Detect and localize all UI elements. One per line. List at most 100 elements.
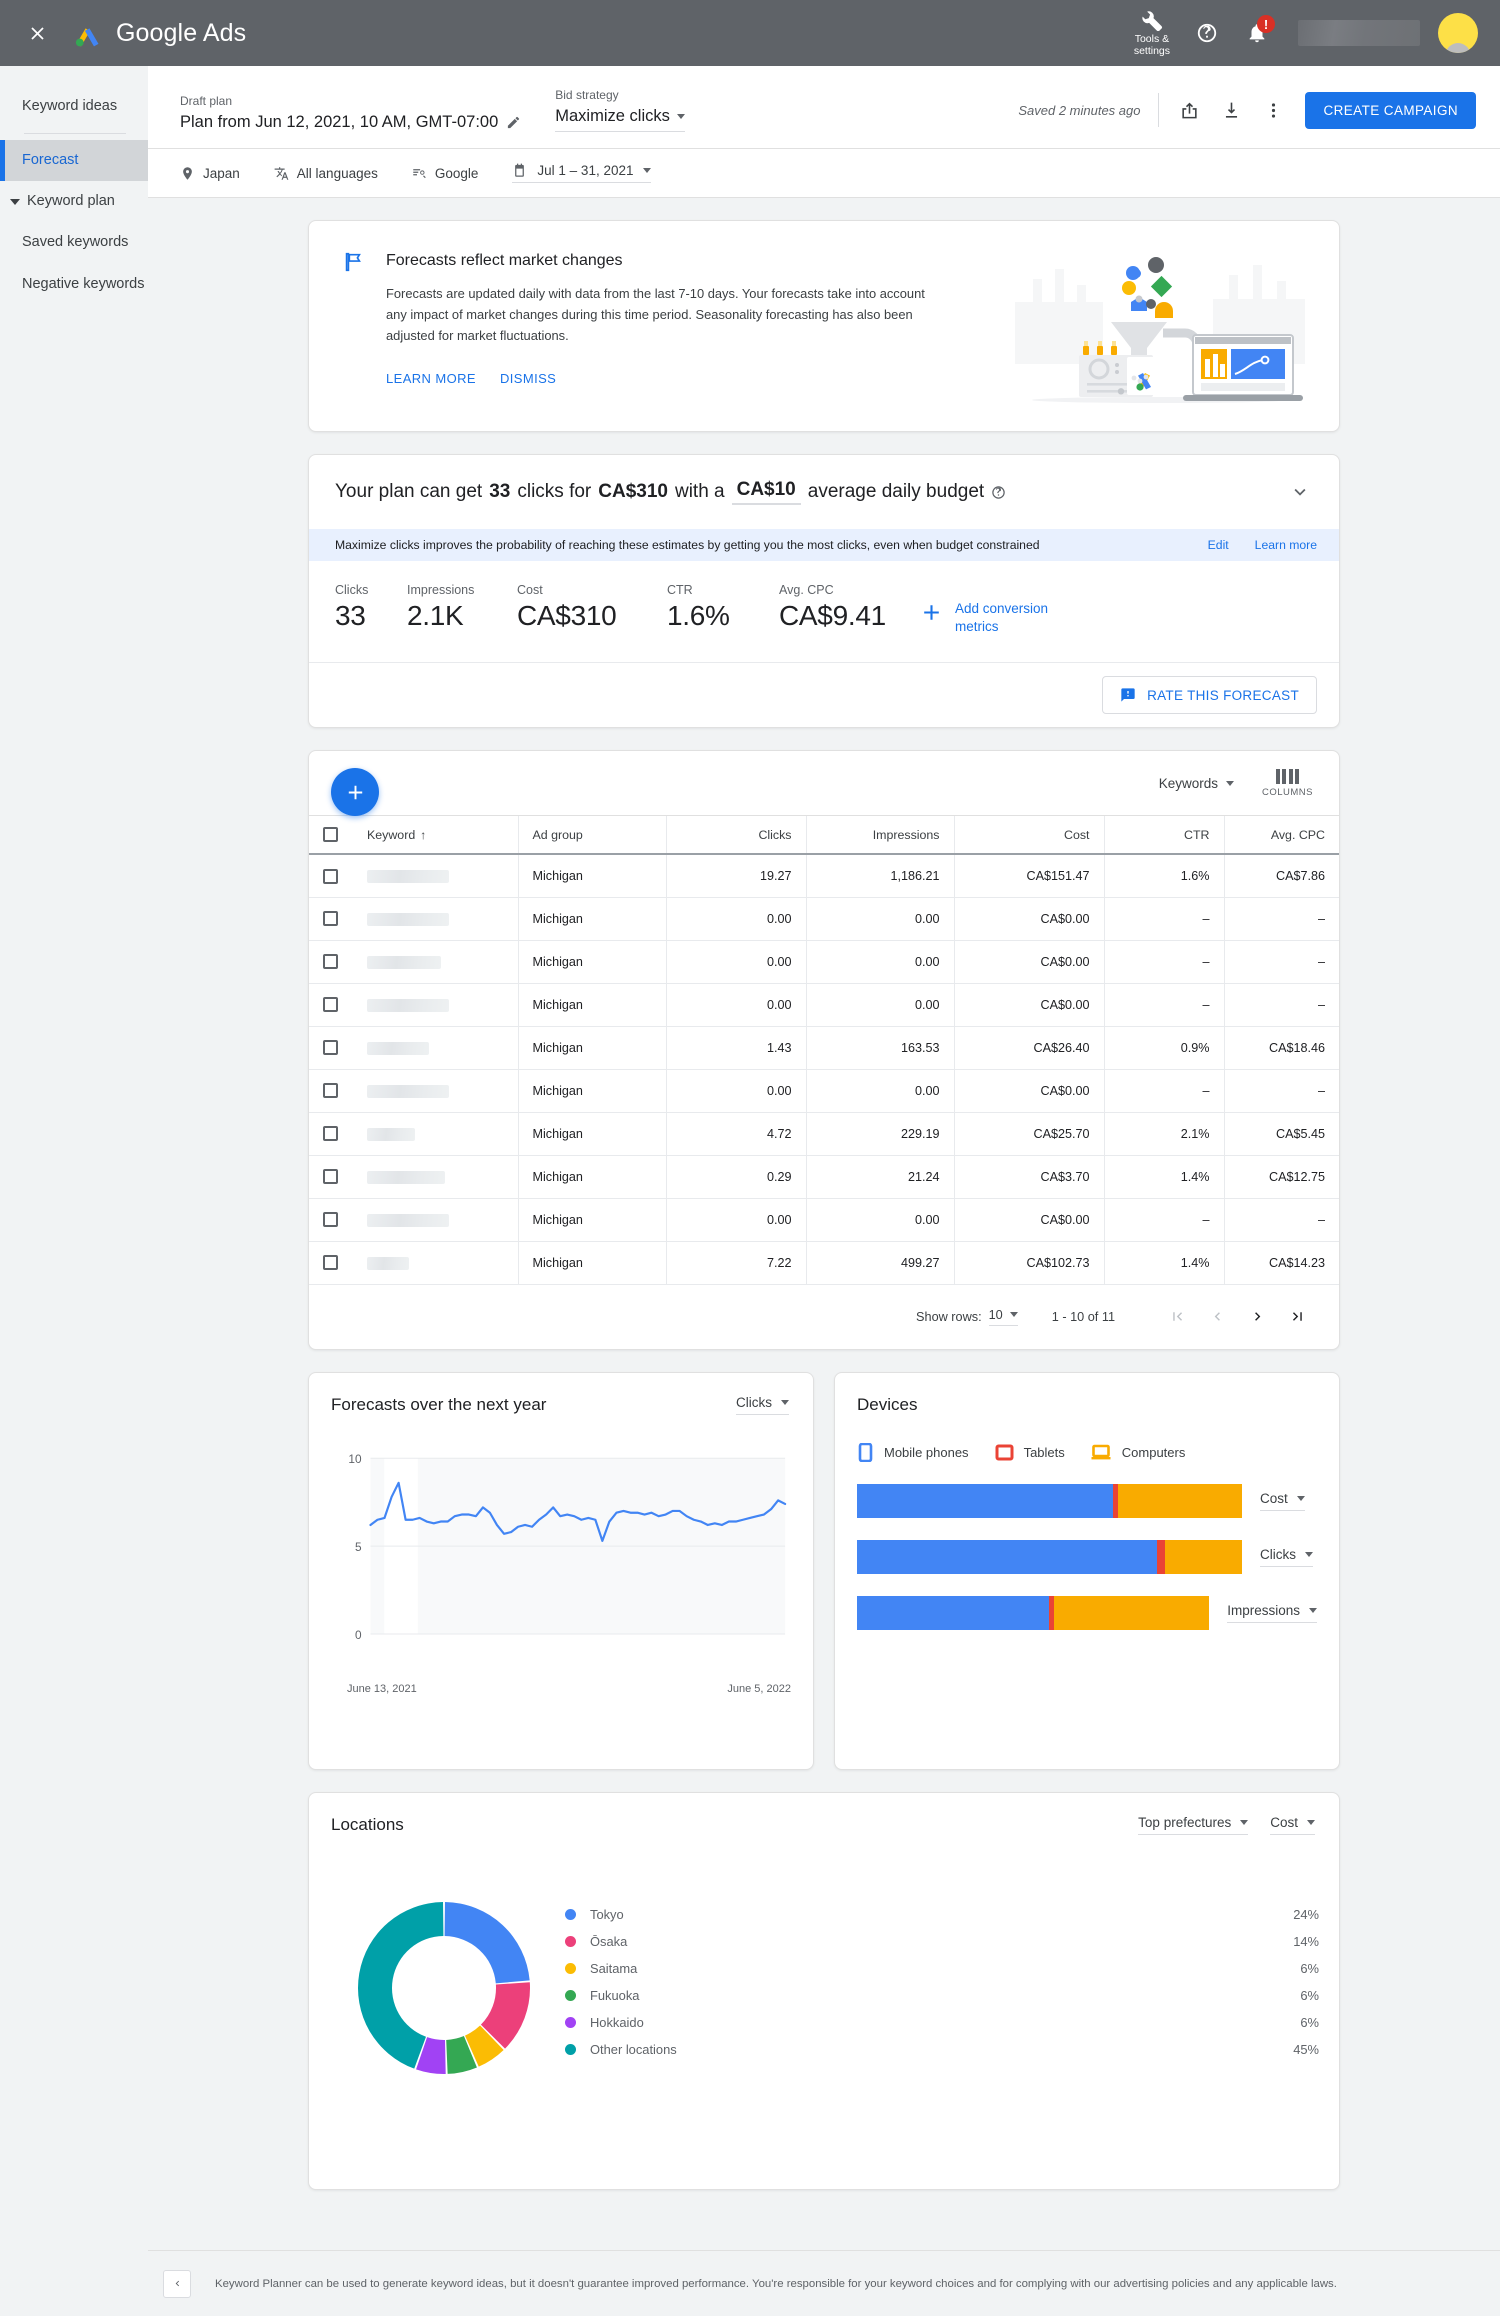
row-checkbox[interactable]: [323, 997, 338, 1013]
device-metric-select-impressions[interactable]: Impressions: [1227, 1603, 1317, 1623]
chevron-down-icon: [1305, 1551, 1313, 1557]
row-checkbox[interactable]: [323, 911, 338, 927]
rows-per-page-select[interactable]: 10: [988, 1308, 1018, 1326]
headline-clicks-value: 33: [489, 481, 511, 502]
legend-mobile-phones: Mobile phones: [857, 1442, 969, 1462]
cell-avg-cpc: CA$12.75: [1223, 1155, 1339, 1199]
columns-button[interactable]: COLUMNS: [1262, 769, 1313, 798]
cell-clicks: 0.00: [665, 1069, 806, 1113]
cell-clicks: 19.27: [665, 854, 806, 898]
strip-edit-link[interactable]: Edit: [1208, 538, 1229, 552]
line-chart-metric-select[interactable]: Clicks: [736, 1395, 789, 1415]
table-row[interactable]: Michigan 0.00 0.00 CA$0.00– –: [309, 1069, 1339, 1113]
device-metric-select-cost[interactable]: Cost: [1260, 1491, 1305, 1511]
table-row[interactable]: Michigan 0.29 21.24 CA$3.70 1.4% CA$12.75: [309, 1155, 1339, 1199]
table-row[interactable]: Michigan 19.27 1,186.21 CA$151.47 1.6% CA$7.8…: [309, 854, 1339, 898]
sidebar-item-keyword-ideas[interactable]: Keyword ideas: [0, 86, 148, 127]
draft-plan-value[interactable]: Plan from Jun 12, 2021, 10 AM, GMT-07:00: [180, 113, 521, 132]
cell-ad-group: Michigan: [517, 897, 666, 941]
forecast-illustration: [1015, 257, 1305, 403]
table-row[interactable]: Michigan 0.00 0.00 CA$0.00– –: [309, 1198, 1339, 1242]
table-row[interactable]: Michigan 1.43 163.53 CA$26.40 0.9% CA$18.46: [309, 1026, 1339, 1070]
locations-metric-select[interactable]: Cost: [1270, 1815, 1315, 1835]
filter-languages[interactable]: All languages: [274, 166, 378, 181]
device-bar-clicks: [857, 1539, 1242, 1574]
header-keyword[interactable]: Keyword ↑: [353, 815, 518, 856]
last-page-button[interactable]: [1277, 1300, 1317, 1334]
filter-location[interactable]: Japan: [180, 166, 240, 181]
locations-region-select[interactable]: Top prefectures: [1138, 1815, 1249, 1835]
download-button[interactable]: [1211, 90, 1251, 130]
next-page-button[interactable]: [1237, 1300, 1277, 1334]
filter-date-range[interactable]: Jul 1 – 31, 2021: [512, 163, 652, 183]
row-checkbox[interactable]: [323, 1169, 338, 1185]
tools-and-settings-button[interactable]: Tools & settings: [1124, 9, 1180, 57]
select-all-checkbox[interactable]: [323, 827, 338, 843]
edit-pencil-icon[interactable]: [506, 115, 521, 130]
add-keywords-button[interactable]: [331, 768, 379, 817]
cell-impressions: 499.27: [805, 1241, 954, 1285]
filter-network[interactable]: Google: [412, 166, 478, 181]
sidebar-item-negative-keywords[interactable]: Negative keywords: [0, 264, 148, 305]
more-options-button[interactable]: [1253, 90, 1293, 130]
device-metric-select-clicks[interactable]: Clicks: [1260, 1547, 1313, 1567]
close-icon[interactable]: [18, 14, 56, 52]
sidebar-item-saved-keywords[interactable]: Saved keywords: [0, 222, 148, 263]
help-button[interactable]: [1184, 10, 1230, 56]
header-ad-group[interactable]: Ad group: [517, 815, 666, 856]
cell-ad-group: Michigan: [517, 1241, 666, 1285]
header-ctr[interactable]: CTR: [1103, 815, 1224, 856]
previous-page-button[interactable]: [1197, 1300, 1237, 1334]
view-selector[interactable]: Keywords: [1159, 776, 1234, 791]
more-vert-icon: [1271, 102, 1276, 118]
row-checkbox[interactable]: [323, 1255, 338, 1271]
header-clicks[interactable]: Clicks: [665, 815, 806, 856]
cell-cost: CA$3.70: [953, 1155, 1104, 1199]
header-impressions[interactable]: Impressions: [805, 815, 954, 856]
cell-ad-group: Michigan: [517, 940, 666, 984]
cell-impressions: 0.00: [805, 1198, 954, 1242]
sidebar-group-keyword-plan[interactable]: Keyword plan: [0, 181, 148, 222]
row-checkbox[interactable]: [323, 1126, 338, 1142]
table-row[interactable]: Michigan 7.22 499.27 CA$102.73 1.4% CA$14.23: [309, 1241, 1339, 1285]
create-campaign-button[interactable]: CREATE CAMPAIGN: [1305, 91, 1476, 129]
keyword-redacted: [367, 998, 449, 1012]
bid-strategy-select[interactable]: Maximize clicks: [555, 107, 685, 132]
add-conversion-metrics-button[interactable]: Add conversion metrics: [919, 583, 1063, 636]
row-checkbox[interactable]: [323, 868, 338, 884]
keyword-redacted: [367, 1127, 415, 1141]
cell-cost: CA$0.00: [953, 1198, 1104, 1242]
strip-learn-more-link[interactable]: Learn more: [1255, 538, 1317, 552]
chevron-down-icon: [1009, 1312, 1018, 1318]
rate-this-forecast-button[interactable]: RATE THIS FORECAST: [1102, 676, 1317, 715]
table-row[interactable]: Michigan 0.00 0.00 CA$0.00– –: [309, 940, 1339, 984]
collapse-panel-button[interactable]: [163, 2269, 191, 2298]
collapse-forecast-button[interactable]: [1289, 481, 1311, 503]
sidebar-item-forecast[interactable]: Forecast: [0, 140, 148, 182]
avatar[interactable]: [1438, 13, 1478, 53]
row-checkbox[interactable]: [323, 1040, 338, 1056]
donut-slice-tokyo[interactable]: [444, 1901, 530, 1984]
location-pin-icon: [183, 166, 192, 180]
table-row[interactable]: Michigan 4.72 229.19 CA$25.70 2.1% CA$5.45: [309, 1112, 1339, 1156]
row-checkbox[interactable]: [323, 1083, 338, 1099]
share-button[interactable]: [1169, 90, 1209, 130]
notifications-button[interactable]: !: [1234, 10, 1280, 56]
help-tooltip-icon[interactable]: [991, 485, 1006, 500]
learn-more-link[interactable]: LEARN MORE: [386, 371, 476, 386]
google-ads-mark-icon: [75, 27, 99, 46]
row-checkbox[interactable]: [323, 1212, 338, 1228]
columns-icon: [1275, 769, 1300, 785]
daily-budget-input[interactable]: CA$10: [731, 479, 801, 505]
row-checkbox[interactable]: [323, 954, 338, 970]
first-page-button[interactable]: [1157, 1300, 1197, 1334]
table-row[interactable]: Michigan 0.00 0.00 CA$0.00– –: [309, 983, 1339, 1027]
cell-cost: CA$0.00: [953, 983, 1104, 1027]
google-ads-logo[interactable]: Google Ads: [72, 18, 246, 49]
header-cost[interactable]: Cost: [953, 815, 1104, 856]
device-segment-mobile-phones: [857, 1595, 1049, 1630]
legend-tablets: Tablets: [995, 1443, 1065, 1462]
header-avg-cpc[interactable]: Avg. CPC: [1223, 815, 1339, 856]
table-row[interactable]: Michigan 0.00 0.00 CA$0.00– –: [309, 897, 1339, 941]
dismiss-link[interactable]: DISMISS: [500, 371, 556, 386]
